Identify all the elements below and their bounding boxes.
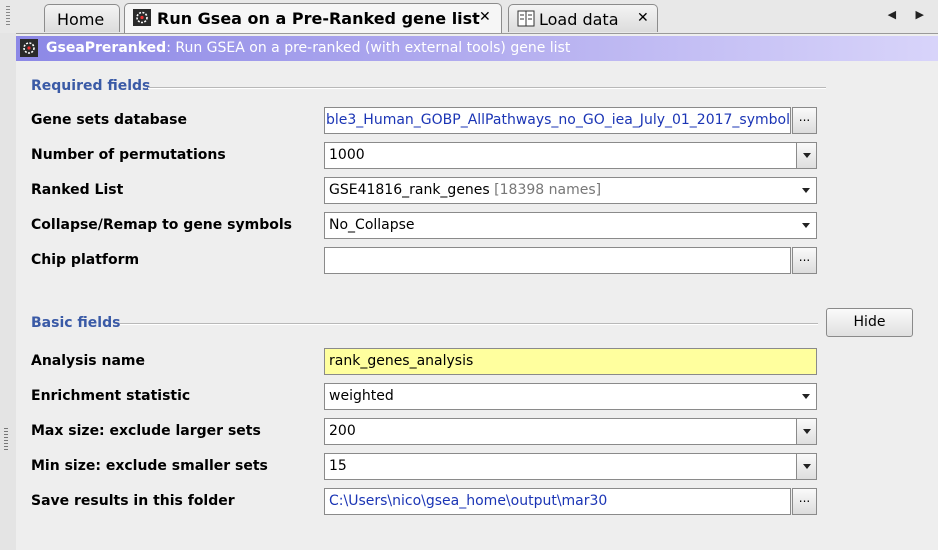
dropdown-button[interactable] xyxy=(796,419,816,444)
analysis-name-input[interactable]: rank_genes_analysis xyxy=(324,348,817,375)
analysis-name-label: Analysis name xyxy=(31,353,146,369)
min-size-combo[interactable]: 15 xyxy=(324,453,817,480)
chevron-down-icon[interactable] xyxy=(802,223,810,228)
max-size-label: Max size: exclude larger sets xyxy=(31,423,261,439)
collapse-remap-dropdown[interactable]: No_Collapse xyxy=(324,212,817,239)
enrichment-statistic-label: Enrichment statistic xyxy=(31,388,191,404)
save-results-folder-field[interactable]: C:\Users\nico\gsea_home\output\mar30 xyxy=(324,488,791,515)
enrichment-statistic-dropdown[interactable]: weighted xyxy=(324,383,817,410)
chip-platform-browse-button[interactable]: ... xyxy=(792,247,817,274)
ranked-list-value: GSE41816_rank_genes xyxy=(329,182,490,198)
dropdown-button[interactable] xyxy=(796,143,816,168)
tool-header: GseaPreranked: Run GSEA on a pre-ranked … xyxy=(16,36,938,61)
tab-scroll-arrows-icon[interactable]: ◀ ▶ xyxy=(888,8,932,21)
chevron-down-icon xyxy=(803,153,811,158)
ranked-list-label: Ranked List xyxy=(31,182,124,198)
section-divider xyxy=(120,323,818,325)
save-folder-browse-button[interactable]: ... xyxy=(792,488,817,515)
save-results-folder-label: Save results in this folder xyxy=(31,493,235,509)
max-size-combo[interactable]: 200 xyxy=(324,418,817,445)
hide-button[interactable]: Hide xyxy=(826,308,913,337)
drag-grip[interactable] xyxy=(6,6,10,26)
tab-bar: Home Run Gsea on a Pre-Ranked gene list … xyxy=(0,0,938,34)
book-icon xyxy=(517,10,535,27)
close-icon[interactable]: ✕ xyxy=(479,9,491,25)
dropdown-button[interactable] xyxy=(796,454,816,479)
splitter-grip[interactable] xyxy=(4,428,8,452)
basic-fields-title: Basic fields xyxy=(31,315,121,331)
chip-platform-label: Chip platform xyxy=(31,252,140,268)
chevron-down-icon[interactable] xyxy=(802,394,810,399)
tab-run-gsea-label: Run Gsea on a Pre-Ranked gene list xyxy=(157,9,480,28)
ranked-list-count: [18398 names] xyxy=(494,182,602,198)
required-fields-title: Required fields xyxy=(31,78,151,94)
chevron-down-icon[interactable] xyxy=(802,188,810,193)
close-icon[interactable]: ✕ xyxy=(637,10,649,26)
gene-sets-database-field[interactable]: ble3_Human_GOBP_AllPathways_no_GO_iea_Ju… xyxy=(324,107,791,134)
tool-header-text: GseaPreranked: Run GSEA on a pre-ranked … xyxy=(46,40,570,56)
gene-sets-database-label: Gene sets database xyxy=(31,112,187,128)
min-size-label: Min size: exclude smaller sets xyxy=(31,458,268,474)
gene-sets-browse-button[interactable]: ... xyxy=(792,107,817,134)
tool-description: : Run GSEA on a pre-ranked (with externa… xyxy=(166,40,571,56)
chevron-down-icon xyxy=(803,429,811,434)
number-of-permutations-combo[interactable]: 1000 xyxy=(324,142,817,169)
ranked-list-dropdown[interactable]: GSE41816_rank_genes [18398 names] xyxy=(324,177,817,204)
number-of-permutations-label: Number of permutations xyxy=(31,147,226,163)
left-splitter[interactable] xyxy=(0,33,16,550)
tab-home[interactable]: Home xyxy=(44,4,120,32)
gsea-icon xyxy=(133,9,151,26)
tool-name: GseaPreranked xyxy=(46,40,167,56)
tab-run-gsea-preranked[interactable]: Run Gsea on a Pre-Ranked gene list ✕ xyxy=(124,3,502,33)
tab-load-data[interactable]: Load data ✕ xyxy=(508,4,658,32)
collapse-remap-label: Collapse/Remap to gene symbols xyxy=(31,217,292,233)
chip-platform-field[interactable] xyxy=(324,247,791,274)
chevron-down-icon xyxy=(803,464,811,469)
tab-load-data-label: Load data xyxy=(539,10,619,29)
tab-home-label: Home xyxy=(57,10,105,29)
section-divider xyxy=(148,87,826,89)
gsea-icon xyxy=(20,39,38,57)
